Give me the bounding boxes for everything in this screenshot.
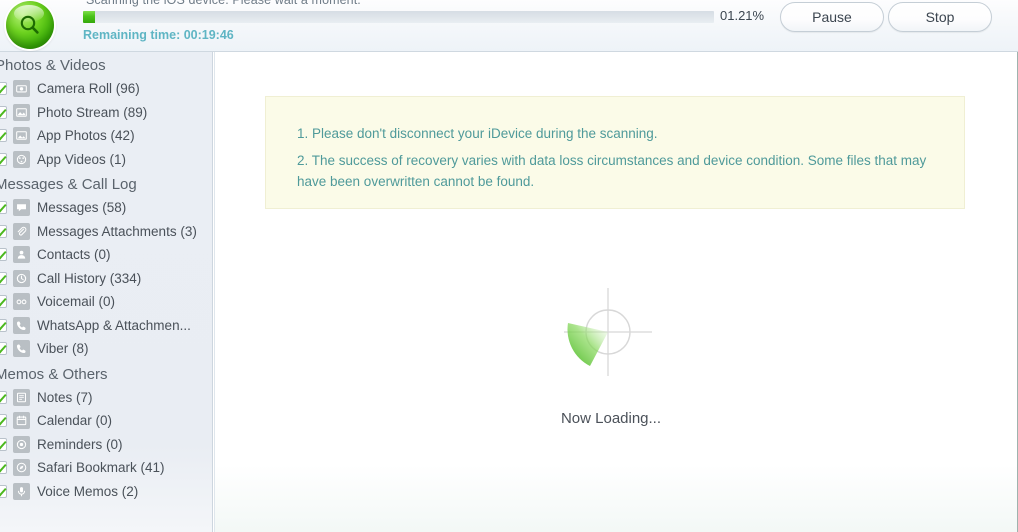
photo-icon: [13, 103, 30, 121]
loading-indicator: Now Loading...: [215, 280, 1017, 427]
scan-window: Scanning the iOS device. Please wait a m…: [0, 0, 1018, 532]
sidebar-item-label: Voice Memos (2): [37, 483, 139, 499]
sidebar-item-messages-58[interactable]: Messages (58): [0, 196, 212, 220]
scan-progress-percent: 01.21%: [720, 8, 765, 23]
app-video-icon: [13, 150, 30, 168]
sidebar-item-notes-7[interactable]: Notes (7): [0, 386, 212, 410]
clock-icon: [13, 269, 30, 287]
checkbox[interactable]: [0, 82, 7, 96]
checkbox[interactable]: [0, 248, 7, 262]
sidebar-item-label: Messages (58): [37, 200, 127, 216]
data-type-sidebar[interactable]: Photos & Videos Camera Roll (96) Photo Str…: [0, 52, 213, 532]
sidebar-item-voicemail-0[interactable]: Voicemail (0): [0, 290, 212, 314]
sidebar-item-label: Safari Bookmark (41): [37, 460, 165, 476]
sidebar-item-calendar-0[interactable]: Calendar (0): [0, 409, 212, 433]
checkbox[interactable]: [0, 152, 7, 166]
sidebar-item-viber-8[interactable]: Viber (8): [0, 337, 212, 361]
magnifier-icon: [6, 1, 54, 49]
sidebar-item-label: Messages Attachments (3): [37, 223, 197, 239]
sidebar-item-app-videos-1[interactable]: App Videos (1): [0, 148, 212, 172]
calendar-icon: [13, 412, 30, 430]
camera-icon: [13, 80, 30, 98]
note-icon: [13, 388, 30, 406]
sidebar-item-label: App Videos (1): [37, 151, 127, 167]
checkbox[interactable]: [0, 342, 7, 356]
sidebar-item-messages-attachments-3[interactable]: Messages Attachments (3): [0, 220, 212, 244]
loading-text: Now Loading...: [560, 410, 662, 427]
sidebar-item-label: Photo Stream (89): [37, 104, 148, 120]
checkbox[interactable]: [0, 484, 7, 498]
notice-line-1: 1. Please don't disconnect your iDevice …: [297, 126, 658, 141]
sidebar-item-label: WhatsApp & Attachmen...: [37, 317, 191, 333]
sidebar-item-label: Reminders (0): [37, 436, 123, 452]
radar-sweep-icon: [556, 280, 660, 384]
sidebar-item-call-history-334[interactable]: Call History (334): [0, 267, 212, 291]
sidebar-item-camera-roll-96[interactable]: Camera Roll (96): [0, 77, 212, 101]
app-photo-icon: [13, 127, 30, 145]
checkbox[interactable]: [0, 295, 7, 309]
sidebar-item-label: Viber (8): [37, 341, 89, 357]
checkbox[interactable]: [0, 414, 7, 428]
sidebar-item-label: Notes (7): [37, 389, 93, 405]
compass-icon: [13, 459, 30, 477]
reminder-icon: [13, 435, 30, 453]
sidebar-item-label: Call History (334): [37, 270, 142, 286]
scan-header: Scanning the iOS device. Please wait a m…: [0, 0, 1018, 52]
notice-line-2: 2. The success of recovery varies with d…: [297, 153, 927, 189]
person-icon: [13, 246, 30, 264]
paperclip-icon: [13, 222, 30, 240]
microphone-icon: [13, 482, 30, 500]
checkbox[interactable]: [0, 129, 7, 143]
sidebar-item-reminders-0[interactable]: Reminders (0): [0, 433, 212, 457]
main-content-panel: 1. Please don't disconnect your iDevice …: [214, 52, 1018, 532]
sidebar-item-label: Voicemail (0): [37, 294, 116, 310]
message-bubble-icon: [13, 199, 30, 217]
sidebar-item-app-photos-42[interactable]: App Photos (42): [0, 124, 212, 148]
sidebar-item-voice-memos-2[interactable]: Voice Memos (2): [0, 480, 212, 504]
checkbox[interactable]: [0, 437, 7, 451]
sidebar-group-title: Photos & Videos: [0, 57, 106, 74]
sidebar-group-title: Messages & Call Log: [0, 176, 137, 193]
scan-progress-fill: [83, 11, 95, 23]
checkbox[interactable]: [0, 461, 7, 475]
sidebar-item-label: App Photos (42): [37, 128, 135, 144]
checkbox[interactable]: [0, 318, 7, 332]
sidebar-item-label: Calendar (0): [37, 413, 113, 429]
phone-icon: [13, 340, 30, 358]
sidebar-item-contacts-0[interactable]: Contacts (0): [0, 243, 212, 267]
sidebar-item-label: Camera Roll (96): [37, 81, 140, 97]
voicemail-icon: [13, 293, 30, 311]
sidebar-item-safari-bookmark-41[interactable]: Safari Bookmark (41): [0, 456, 212, 480]
checkbox[interactable]: [0, 224, 7, 238]
phone-icon: [13, 316, 30, 334]
checkbox[interactable]: [0, 105, 7, 119]
sidebar-item-photo-stream-89[interactable]: Photo Stream (89): [0, 101, 212, 125]
pause-button[interactable]: Pause: [780, 2, 884, 32]
sidebar-group-title: Memos & Others: [0, 365, 108, 383]
stop-button[interactable]: Stop: [888, 2, 992, 32]
scan-status-title: Scanning the iOS device. Please wait a m…: [86, 0, 361, 7]
scan-progress-bar: [83, 11, 714, 23]
remaining-time-label: Remaining time: 00:19:46: [83, 28, 234, 42]
checkbox[interactable]: [0, 201, 7, 215]
checkbox[interactable]: [0, 271, 7, 285]
scan-notice-box: 1. Please don't disconnect your iDevice …: [265, 96, 965, 209]
sidebar-item-whatsapp-attachmen[interactable]: WhatsApp & Attachmen...: [0, 314, 212, 338]
sidebar-item-label: Contacts (0): [37, 247, 111, 263]
checkbox[interactable]: [0, 390, 7, 404]
